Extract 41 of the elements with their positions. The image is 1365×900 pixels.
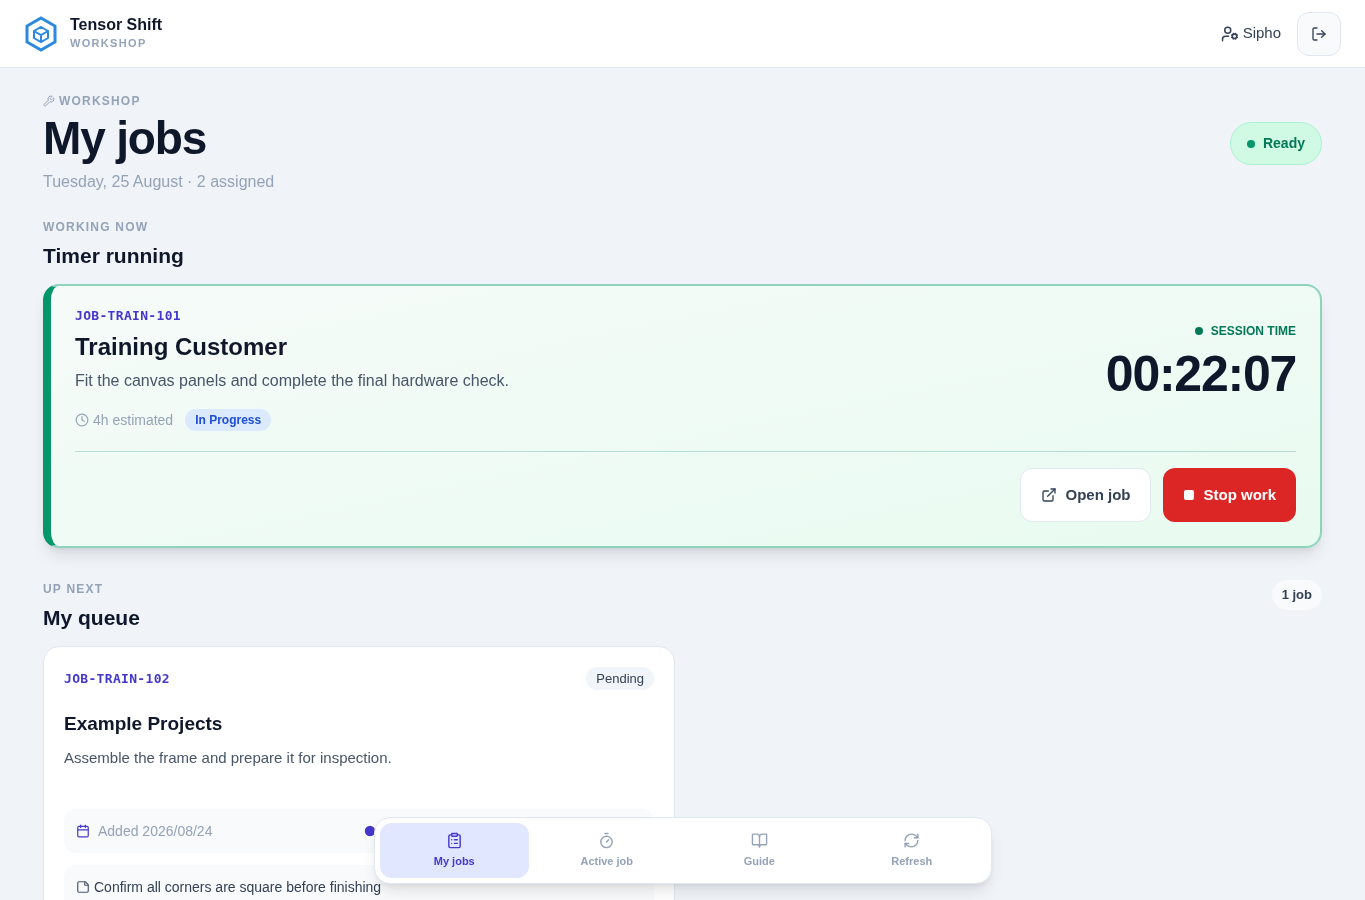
- job-added-date: Added 2026/08/24: [98, 821, 213, 841]
- job-code: JOB-TRAIN-101: [75, 306, 182, 325]
- session-label: SESSION TIME: [1210, 322, 1296, 340]
- job-note: Confirm all corners are square before finishing: [94, 877, 382, 897]
- external-link-icon: [1041, 487, 1058, 503]
- section-title: Timer running: [43, 243, 185, 269]
- logout-icon: [1311, 25, 1327, 42]
- status-label: Ready: [1262, 134, 1305, 153]
- calendar-icon: [76, 824, 90, 838]
- open-job-button[interactable]: Open job: [1020, 468, 1152, 522]
- user-name[interactable]: Sipho: [1242, 22, 1281, 45]
- job-description: Assemble the frame and prepare it for inspection.: [64, 747, 393, 768]
- book-icon: [750, 831, 768, 849]
- tools-icon: [43, 95, 55, 107]
- nav-tab[interactable]: My jobs: [380, 823, 529, 878]
- job-description: Fit the canvas panels and complete the final hardware check.: [75, 371, 510, 391]
- job-code: JOB-TRAIN-102: [64, 669, 170, 688]
- refresh-icon: [903, 831, 921, 849]
- section-eyebrow: WORKSHOP: [59, 93, 141, 110]
- hexagon-logo-icon: [24, 15, 58, 52]
- section-title: My queue: [43, 605, 140, 631]
- section-eyebrow: WORKING NOW: [43, 219, 150, 236]
- job-title: Training Customer: [75, 332, 289, 362]
- job-status-badge: Pending: [586, 666, 654, 690]
- brand-name: Tensor Shift: [70, 15, 163, 36]
- job-title: Example Projects: [64, 712, 224, 736]
- queue-count-badge: 1 job: [1271, 580, 1322, 610]
- brand-subtitle: WORKSHOP: [70, 36, 148, 52]
- page-title: My jobs: [43, 111, 208, 166]
- stop-work-button[interactable]: Stop work: [1163, 468, 1296, 522]
- stopwatch-icon: [598, 831, 616, 849]
- session-timer: 00:22:07: [1105, 344, 1296, 404]
- section-eyebrow: UP NEXT: [43, 581, 105, 598]
- job-status-badge: In Progress: [185, 409, 272, 431]
- logout-button[interactable]: [1297, 11, 1341, 56]
- clipboard-icon: [445, 831, 463, 849]
- page-meta: Tuesday, 25 August · 2 assigned: [43, 172, 275, 192]
- user-settings-icon: [1220, 24, 1239, 43]
- stop-icon: [1183, 489, 1196, 501]
- job-estimate: 4h estimated: [93, 410, 174, 430]
- note-icon: [76, 880, 90, 894]
